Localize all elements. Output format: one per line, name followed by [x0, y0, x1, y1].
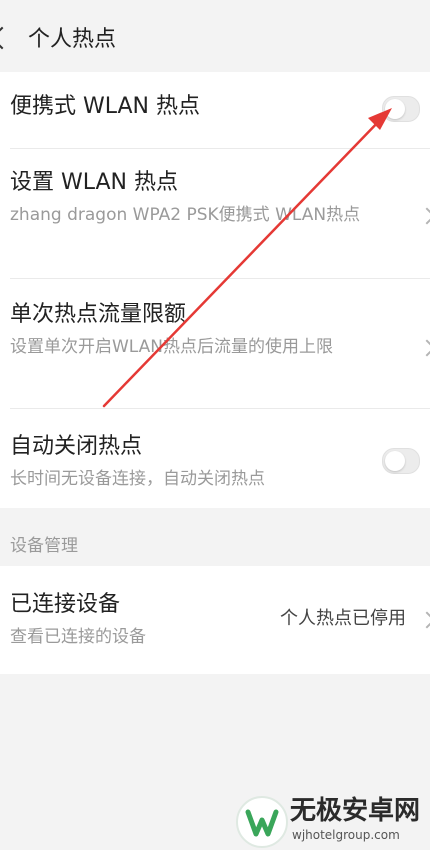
- chevron-right-icon: [418, 611, 430, 629]
- data-limit-row[interactable]: 单次热点流量限额 设置单次开启WLAN热点后流量的使用上限: [0, 278, 430, 408]
- setup-hotspot-row[interactable]: 设置 WLAN 热点 zhang dragon WPA2 PSK便携式 WLAN…: [0, 148, 430, 278]
- app-header: 个人热点: [0, 0, 430, 78]
- portable-hotspot-label: 便携式 WLAN 热点: [10, 94, 201, 119]
- watermark-title: 无极安卓网: [290, 796, 421, 826]
- auto-close-row[interactable]: 自动关闭热点 长时间无设备连接，自动关闭热点: [0, 408, 430, 508]
- back-arrow-icon[interactable]: [0, 26, 14, 50]
- setup-hotspot-subtitle: zhang dragon WPA2 PSK便携式 WLAN热点: [10, 205, 361, 225]
- connected-devices-row[interactable]: 已连接设备 查看已连接的设备 个人热点已停用: [0, 566, 430, 674]
- watermark-url: wjhotelgroup.com: [292, 828, 400, 842]
- connected-devices-subtitle: 查看已连接的设备: [10, 627, 146, 647]
- setup-hotspot-label: 设置 WLAN 热点: [10, 170, 179, 195]
- auto-close-toggle[interactable]: [382, 448, 420, 474]
- toggle-knob: [385, 99, 405, 119]
- connected-devices-label: 已连接设备: [10, 592, 121, 617]
- portable-hotspot-row[interactable]: 便携式 WLAN 热点: [0, 72, 430, 148]
- data-limit-subtitle: 设置单次开启WLAN热点后流量的使用上限: [10, 337, 334, 357]
- connected-devices-status: 个人热点已停用: [280, 608, 406, 629]
- portable-hotspot-toggle[interactable]: [382, 96, 420, 122]
- site-watermark: 无极安卓网 wjhotelgroup.com: [228, 792, 428, 848]
- device-management-section-title: 设备管理: [10, 536, 78, 556]
- chevron-right-icon: [418, 207, 430, 225]
- auto-close-label: 自动关闭热点: [10, 434, 143, 459]
- data-limit-label: 单次热点流量限额: [10, 302, 187, 327]
- device-management-card: 已连接设备 查看已连接的设备 个人热点已停用: [0, 566, 430, 674]
- page-title: 个人热点: [28, 27, 117, 52]
- watermark-logo-icon: [236, 796, 288, 848]
- chevron-right-icon: [418, 339, 430, 357]
- toggle-knob: [385, 451, 405, 471]
- hotspot-settings-card: 便携式 WLAN 热点 设置 WLAN 热点 zhang dragon WPA2…: [0, 72, 430, 508]
- auto-close-subtitle: 长时间无设备连接，自动关闭热点: [10, 469, 265, 489]
